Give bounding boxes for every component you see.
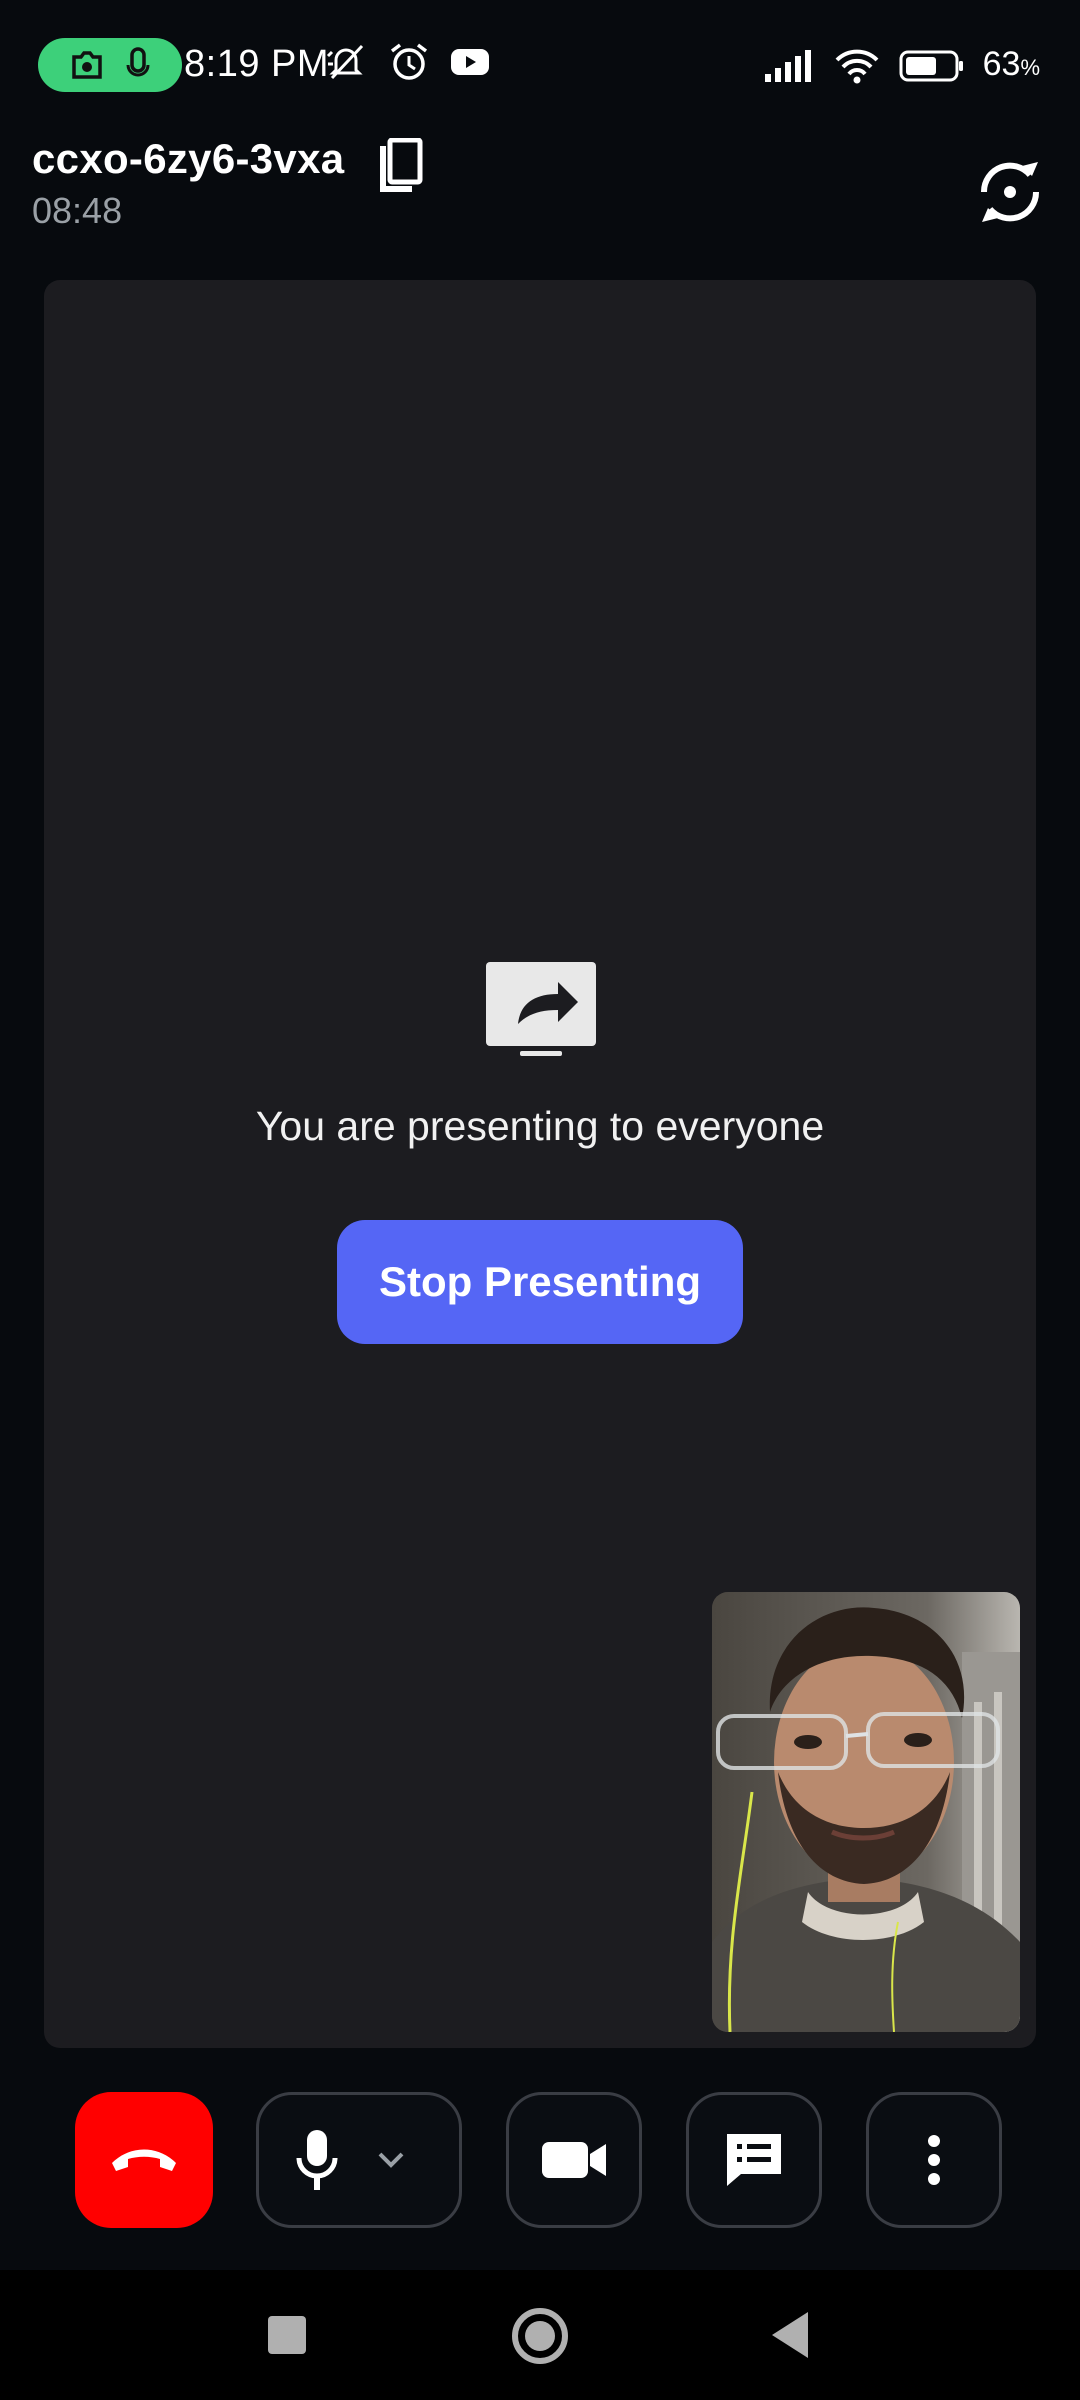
screen-share-icon [484, 960, 598, 1058]
system-nav-bar [0, 2270, 1080, 2400]
more-vert-icon [928, 2135, 940, 2185]
meeting-header: ccxo-6zy6-3vxa 08:48 [32, 132, 344, 234]
microphone-icon [296, 2130, 338, 2190]
more-options-button[interactable] [866, 2092, 1002, 2228]
end-call-button[interactable] [75, 2092, 213, 2228]
chat-button[interactable] [686, 2092, 822, 2228]
back-button[interactable] [768, 2310, 812, 2360]
camera-button[interactable] [506, 2092, 642, 2228]
microphone-icon [126, 47, 150, 77]
copy-button[interactable] [374, 137, 426, 194]
call-controls [0, 2092, 1080, 2232]
battery-percent: 63% [982, 45, 1040, 83]
alarm-icon [390, 43, 428, 80]
stop-presenting-button[interactable]: Stop Presenting [337, 1220, 743, 1344]
recents-button[interactable] [266, 2314, 308, 2356]
presentation-stage: You are presenting to everyone Stop Pres… [44, 280, 1036, 2048]
chevron-down-icon[interactable] [377, 2151, 405, 2169]
video-camera-icon [542, 2142, 606, 2178]
self-portrait-image [712, 1592, 1020, 2032]
copy-icon [380, 137, 423, 192]
wifi-icon [835, 49, 879, 84]
switch-camera-button[interactable] [972, 154, 1048, 230]
signal-icon [764, 50, 811, 82]
chat-icon [727, 2134, 781, 2186]
mute-icon [326, 44, 364, 80]
microphone-button[interactable] [256, 2092, 462, 2228]
end-call-icon [112, 2149, 176, 2171]
youtube-icon [451, 49, 489, 75]
recording-indicator[interactable] [38, 38, 182, 92]
self-view-video[interactable] [712, 1592, 1020, 2032]
camera-icon [72, 51, 102, 79]
presenting-message: You are presenting to everyone [255, 1103, 825, 1149]
switch-camera-icon [980, 162, 1040, 222]
home-circle-icon [512, 2308, 568, 2364]
back-triangle-icon [772, 2312, 808, 2358]
recents-square-icon [268, 2316, 306, 2354]
status-bar: 8:19 PM 63% [0, 0, 1080, 130]
status-time: 8:19 PM [184, 43, 330, 85]
meeting-code: ccxo-6zy6-3vxa [32, 135, 345, 182]
battery-icon [899, 50, 963, 82]
home-button[interactable] [510, 2306, 570, 2366]
call-timer: 08:48 [32, 190, 123, 231]
